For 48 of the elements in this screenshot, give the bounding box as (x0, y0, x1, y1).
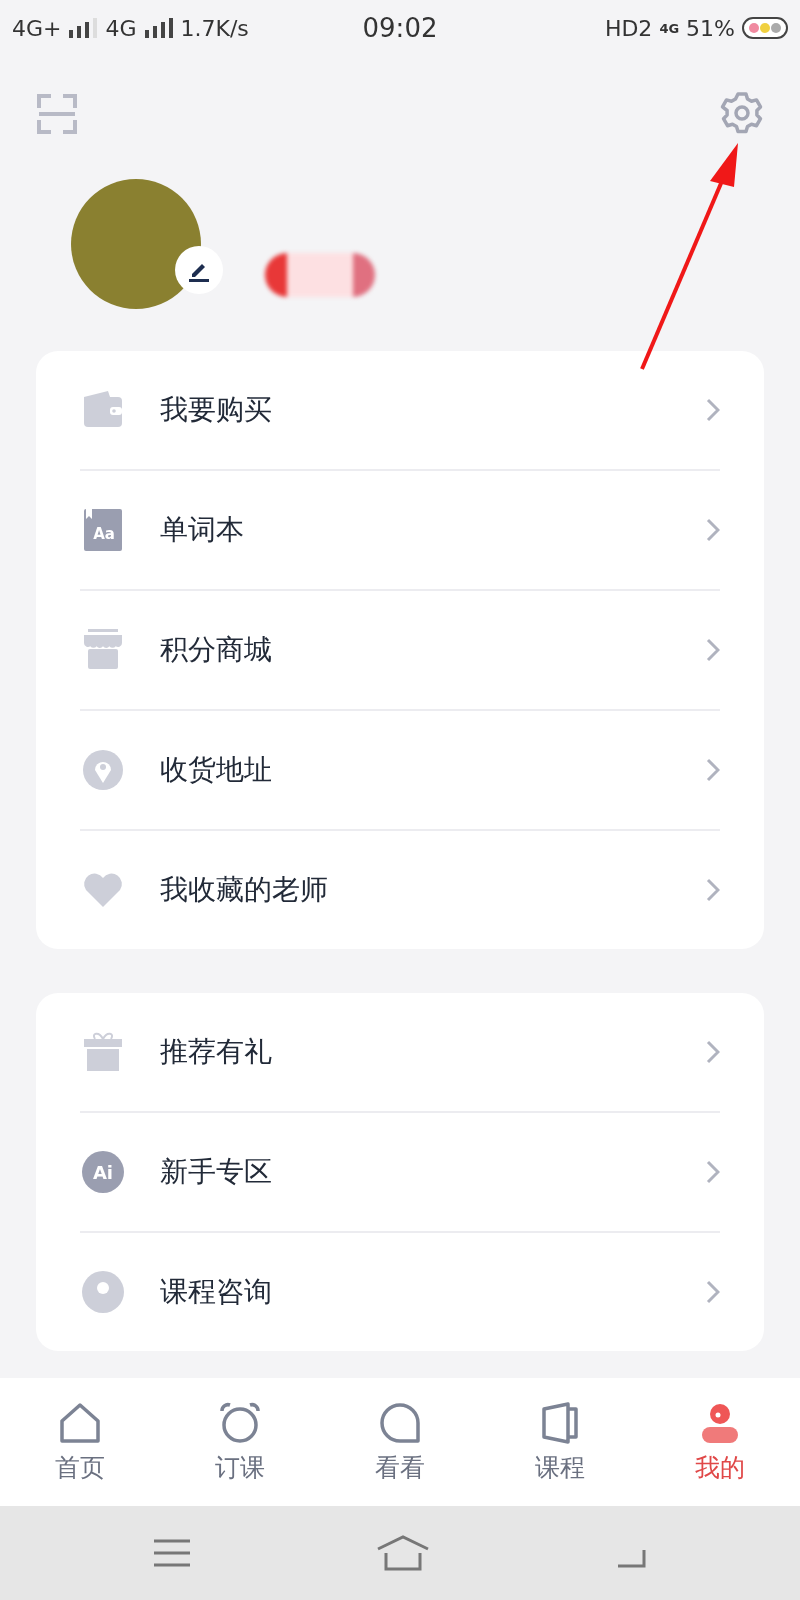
chevron-icon (706, 1160, 720, 1184)
home-icon (58, 1400, 102, 1445)
menu-item[interactable]: Ai 新手专区 (80, 1113, 720, 1231)
menu-icon[interactable] (152, 1538, 192, 1568)
menu-label: 收货地址 (160, 752, 273, 788)
menu-item[interactable]: Aa 单词本 (80, 471, 720, 589)
chevron-icon (706, 878, 720, 902)
tab[interactable]: 首页 (0, 1378, 160, 1506)
chevron-icon (706, 518, 720, 542)
menu-item[interactable]: 积分商城 (80, 591, 720, 709)
menu-item[interactable]: 我收藏的老师 (80, 831, 720, 949)
chevron-icon (706, 1040, 720, 1064)
network-label: 4G+ (12, 15, 62, 41)
chevron-icon (706, 758, 720, 782)
menu-label: 课程咨询 (160, 1274, 273, 1310)
menu-label: 新手专区 (160, 1154, 273, 1190)
battery-icon (742, 17, 788, 39)
home-icon[interactable] (376, 1535, 430, 1571)
network-speed: 1.7K/s (180, 15, 249, 41)
clock-time: 09:02 (362, 13, 438, 43)
edit-profile-button[interactable] (175, 246, 223, 294)
signal-icon (68, 18, 99, 38)
menu-label: 推荐有礼 (160, 1034, 273, 1070)
menu-item[interactable]: 收货地址 (80, 711, 720, 829)
menu-label: 我要购买 (160, 392, 273, 428)
ai-icon: Ai (80, 1149, 126, 1195)
network-label: 4G (105, 15, 137, 41)
chevron-icon (706, 398, 720, 422)
menu-item[interactable]: 我要购买 (80, 351, 720, 469)
hd-label: HD2 (604, 15, 653, 41)
tab[interactable]: 我的 (640, 1378, 800, 1506)
clock-icon (218, 1400, 262, 1445)
tab[interactable]: 课程 (480, 1378, 640, 1506)
menu-item[interactable]: 推荐有礼 (80, 993, 720, 1111)
menu-label: 单词本 (160, 512, 245, 548)
chevron-icon (706, 1280, 720, 1304)
tab[interactable]: 看看 (320, 1378, 480, 1506)
menu-label: 积分商城 (160, 632, 273, 668)
signal-icon (143, 18, 174, 38)
menu-item[interactable]: 课程咨询 (80, 1233, 720, 1351)
settings-icon[interactable] (720, 91, 764, 135)
bubble-icon (378, 1400, 422, 1445)
battery-percent: 51% (686, 15, 735, 41)
pin-icon (80, 747, 126, 793)
menu-label: 我收藏的老师 (160, 872, 329, 908)
network-label: 4G (659, 20, 680, 36)
chevron-icon (706, 638, 720, 662)
tab[interactable]: 订课 (160, 1378, 320, 1506)
